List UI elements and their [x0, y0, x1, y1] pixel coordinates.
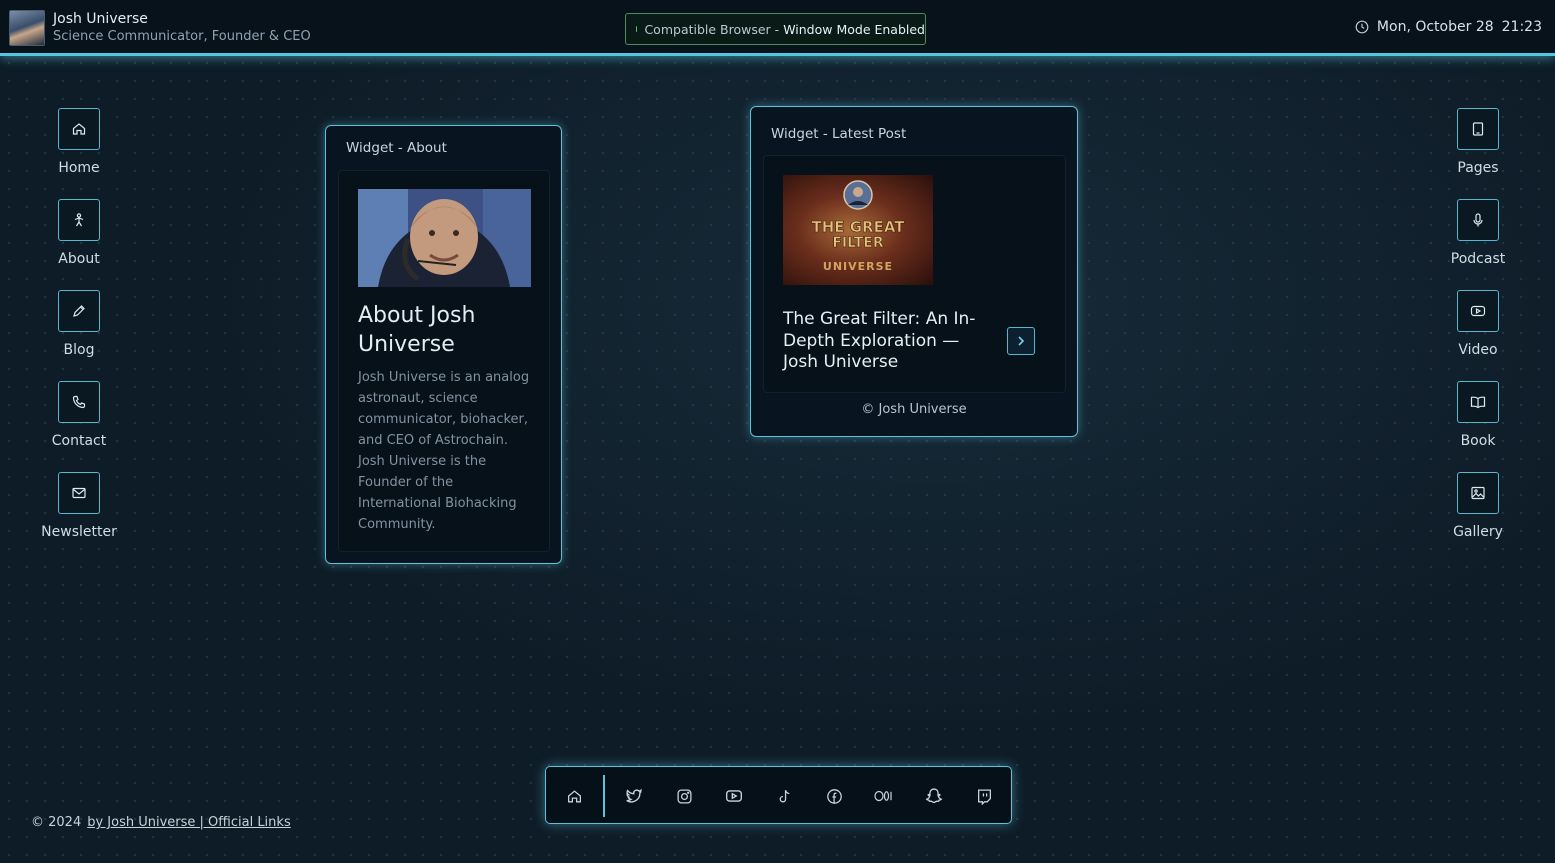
- nav-item-contact[interactable]: Contact: [19, 381, 139, 472]
- home-button[interactable]: [58, 108, 100, 150]
- footer: © 2024 by Josh Universe | Official Links: [31, 815, 291, 830]
- about-widget[interactable]: Widget - About About Josh Universe Josh …: [325, 125, 562, 564]
- latest-post-widget-title: Widget - Latest Post: [771, 126, 907, 142]
- tablet-icon: [1472, 122, 1484, 136]
- home-icon: [72, 123, 86, 135]
- nav-label-newsletter: Newsletter: [41, 524, 117, 540]
- nav-label-about: About: [58, 251, 100, 267]
- nav-item-video[interactable]: Video: [1418, 290, 1538, 381]
- time: 21:23: [1501, 19, 1542, 35]
- clock: Mon, October 28 21:23: [1355, 19, 1542, 35]
- browser-status-mode: Window Mode Enabled: [783, 21, 925, 37]
- podcast-button[interactable]: [1457, 199, 1499, 241]
- post-title[interactable]: The Great Filter: An In-Depth Exploratio…: [783, 309, 983, 374]
- thumb-text-line-1: THE GREAT: [811, 218, 905, 236]
- youtube-icon: [726, 790, 742, 802]
- profile-subtitle: Science Communicator, Founder & CEO: [53, 29, 311, 44]
- twitter-icon: [626, 788, 643, 803]
- medium-icon: [874, 790, 892, 802]
- tiktok-icon: [779, 789, 789, 802]
- newsletter-button[interactable]: [58, 472, 100, 514]
- mail-icon: [72, 487, 86, 499]
- social-dock: [545, 766, 1012, 824]
- facebook-button[interactable]: [822, 784, 846, 808]
- post-thumbnail-image: THE GREAT FILTER UNIVERSE: [811, 180, 906, 273]
- phone-icon: [72, 395, 86, 409]
- avatar[interactable]: [9, 10, 45, 46]
- post-card[interactable]: THE GREAT FILTER UNIVERSE The Great Filt…: [763, 155, 1066, 393]
- astronaut-portrait-image: [358, 189, 531, 287]
- thumb-text-line-2: FILTER: [832, 235, 883, 251]
- browser-status-badge: Compatible Browser - Window Mode Enabled: [625, 13, 926, 45]
- nav-item-book[interactable]: Book: [1418, 381, 1538, 472]
- nav-item-podcast[interactable]: Podcast: [1418, 199, 1538, 290]
- twitch-button[interactable]: [972, 784, 996, 808]
- left-nav: Home About Blog Contact Newsletter: [19, 108, 139, 563]
- instagram-icon: [676, 788, 692, 804]
- snapchat-icon: [925, 788, 943, 804]
- date: Mon, October 28: [1376, 19, 1494, 35]
- medium-button[interactable]: [872, 784, 896, 808]
- clock-icon: [1355, 20, 1369, 34]
- about-photo: [358, 189, 531, 287]
- youtube-button[interactable]: [722, 784, 746, 808]
- youtube-icon: [1470, 305, 1486, 317]
- book-button[interactable]: [1457, 381, 1499, 423]
- image-icon: [1471, 486, 1485, 500]
- pencil-icon: [73, 305, 85, 317]
- home-icon: [567, 789, 581, 802]
- about-heading: About Josh Universe: [358, 303, 476, 357]
- about-text: Josh Universe is an analog astronaut, sc…: [358, 370, 530, 532]
- contact-button[interactable]: [58, 381, 100, 423]
- nav-label-home: Home: [58, 160, 100, 176]
- nav-item-home[interactable]: Home: [19, 108, 139, 199]
- nav-label-podcast: Podcast: [1450, 251, 1506, 267]
- dock-home-button[interactable]: [562, 784, 586, 808]
- book-icon: [1470, 396, 1486, 409]
- gallery-button[interactable]: [1457, 472, 1499, 514]
- right-nav: Pages Podcast Video Book Gallery: [1418, 108, 1538, 563]
- twitter-button[interactable]: [622, 784, 646, 808]
- facebook-icon: [826, 788, 842, 804]
- nav-item-gallery[interactable]: Gallery: [1418, 472, 1538, 563]
- about-card: About Josh Universe Josh Universe is an …: [338, 170, 550, 552]
- nav-label-blog: Blog: [63, 342, 95, 358]
- microphone-icon: [1473, 213, 1483, 227]
- nav-item-pages[interactable]: Pages: [1418, 108, 1538, 199]
- person-icon: [74, 213, 84, 227]
- profile[interactable]: Josh Universe Science Communicator, Foun…: [9, 10, 311, 46]
- top-bar: Josh Universe Science Communicator, Foun…: [0, 0, 1555, 56]
- nav-label-pages: Pages: [1457, 160, 1499, 176]
- read-more-button[interactable]: [1007, 327, 1035, 355]
- dock-divider: [603, 775, 605, 817]
- browser-status-prefix: Compatible Browser -: [644, 21, 780, 37]
- nav-label-video: Video: [1458, 342, 1498, 358]
- nav-label-contact: Contact: [51, 433, 107, 449]
- chevron-right-icon: [1018, 336, 1025, 346]
- nav-label-gallery: Gallery: [1453, 524, 1503, 540]
- nav-item-newsletter[interactable]: Newsletter: [19, 472, 139, 563]
- tiktok-button[interactable]: [772, 784, 796, 808]
- latest-post-widget[interactable]: Widget - Latest Post THE GREAT FILTER UN…: [750, 106, 1078, 437]
- about-widget-title: Widget - About: [346, 140, 447, 156]
- thumb-text-line-3: UNIVERSE: [823, 260, 893, 273]
- nav-item-about[interactable]: About: [19, 199, 139, 290]
- about-button[interactable]: [58, 199, 100, 241]
- nav-label-book: Book: [1460, 433, 1496, 449]
- post-thumbnail[interactable]: THE GREAT FILTER UNIVERSE: [783, 175, 933, 285]
- instagram-button[interactable]: [672, 784, 696, 808]
- snapchat-button[interactable]: [922, 784, 946, 808]
- pages-button[interactable]: [1457, 108, 1499, 150]
- profile-name: Josh Universe: [53, 11, 148, 27]
- video-button[interactable]: [1457, 290, 1499, 332]
- twitch-icon: [977, 788, 991, 805]
- post-copyright: © Josh Universe: [861, 402, 967, 417]
- footer-official-links[interactable]: by Josh Universe | Official Links: [87, 815, 291, 830]
- nav-item-blog[interactable]: Blog: [19, 290, 139, 381]
- blog-button[interactable]: [58, 290, 100, 332]
- footer-year: © 2024: [31, 815, 82, 830]
